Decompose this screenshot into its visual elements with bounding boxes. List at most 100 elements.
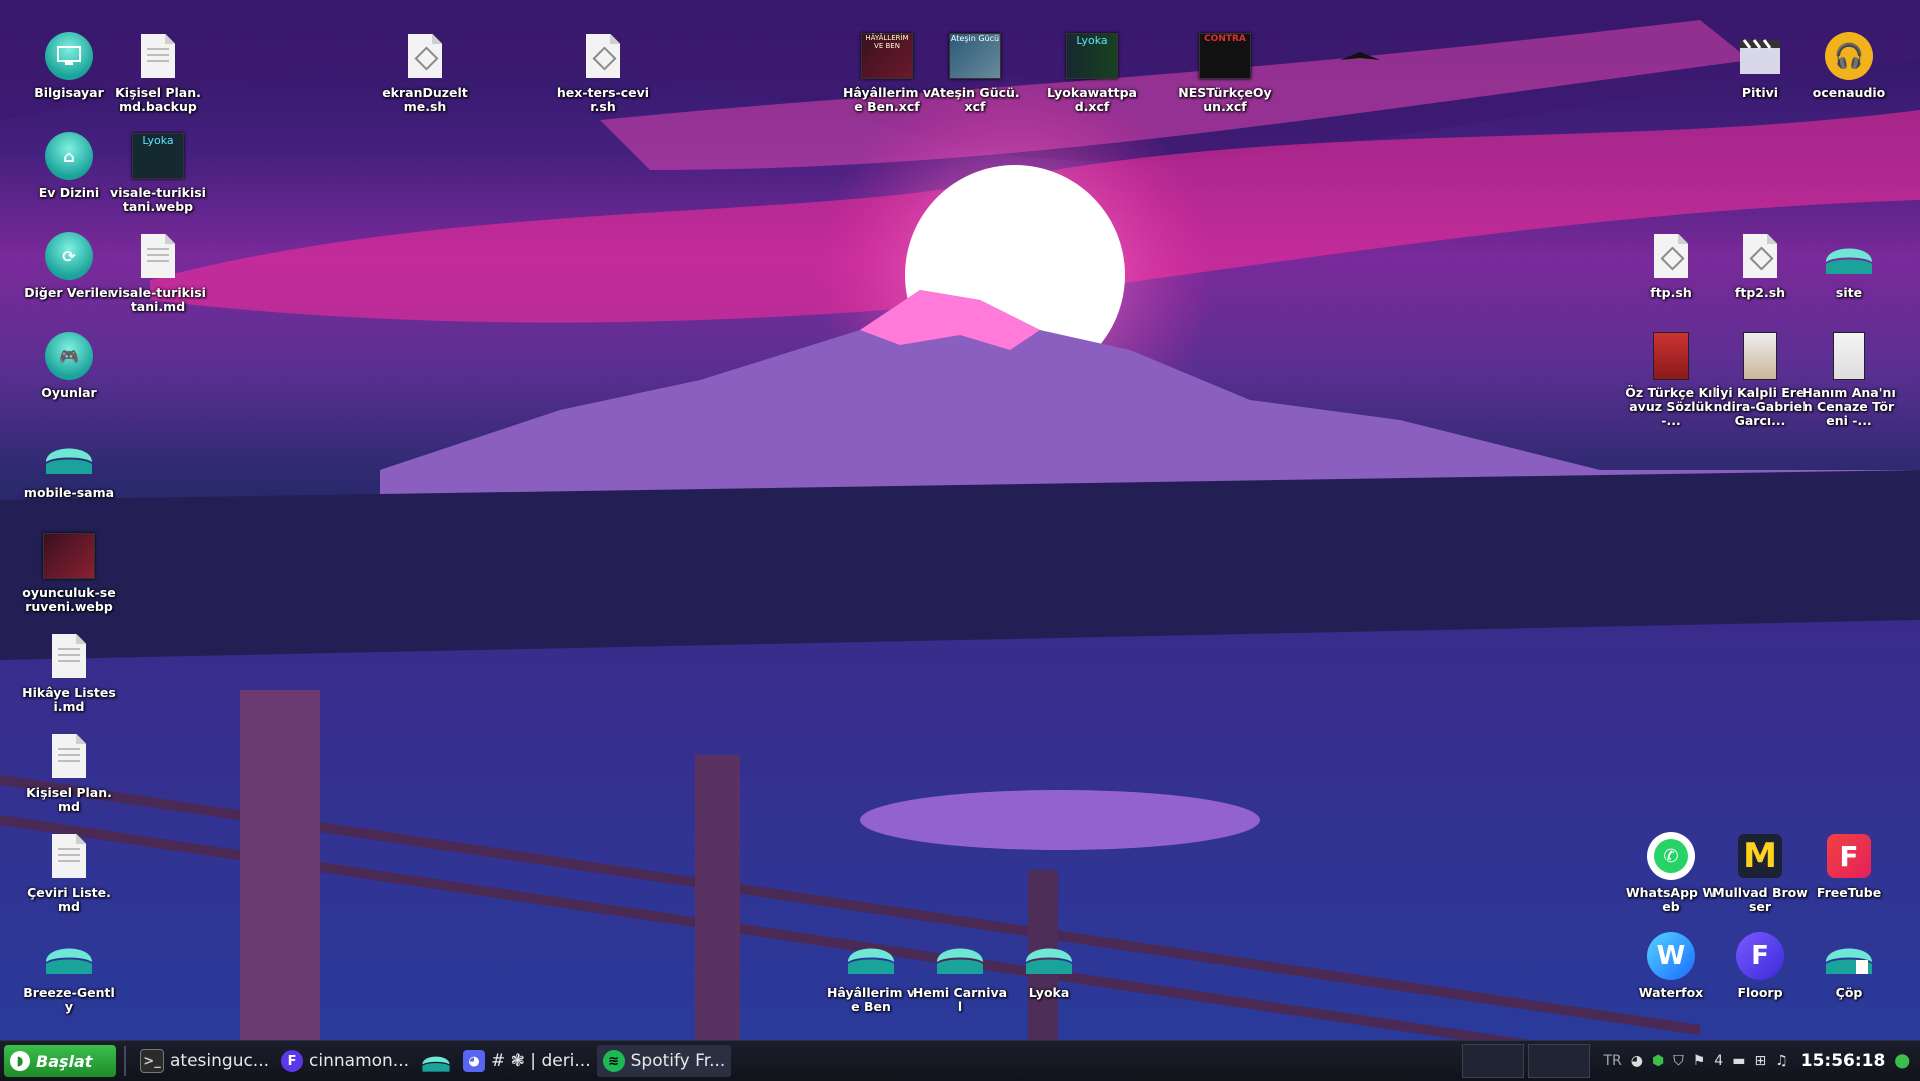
taskbar: ◗ Başlat >_ atesinguc... F cinnamon... ◕… xyxy=(0,1040,1920,1081)
document-icon xyxy=(52,634,86,678)
desktop-icon-floorp[interactable]: F Floorp xyxy=(1712,930,1808,1000)
update-icon[interactable]: ⬢ xyxy=(1652,1053,1664,1069)
icon-label: Ev Dizini xyxy=(39,186,99,200)
desktop-icon-oz-turkce[interactable]: Öz Türkçe Kılavuz Sözlük-... xyxy=(1623,330,1719,428)
desktop-icon-lyokawattpad[interactable]: Lyoka Lyokawattpad.xcf xyxy=(1044,30,1140,114)
book-thumbnail-icon xyxy=(1833,332,1865,380)
desktop-icon-lyoka[interactable]: Lyoka xyxy=(1001,930,1097,1000)
desktop-icon-hemi-carnival[interactable]: Hemi Carnival xyxy=(912,930,1008,1014)
freetube-icon: F xyxy=(1827,834,1871,878)
icon-label: ekranDuzeltme.sh xyxy=(377,86,473,114)
breeze-folder-icon xyxy=(44,434,94,478)
task-label: Spotify Fr... xyxy=(631,1051,726,1071)
network-icon[interactable]: ⊞ xyxy=(1754,1053,1766,1069)
show-desktop-icon[interactable]: ⬤ xyxy=(1894,1053,1910,1069)
taskbar-separator xyxy=(124,1046,126,1076)
icon-label: İyi Kalpli Erendira-Gabriel Garcı... xyxy=(1712,386,1808,428)
task-label: cinnamon... xyxy=(309,1051,409,1071)
document-icon xyxy=(52,834,86,878)
script-icon xyxy=(408,34,442,78)
notification-count: 4 xyxy=(1714,1053,1723,1069)
icon-label: visale-turikisitani.md xyxy=(110,286,206,314)
workspace-1[interactable] xyxy=(1462,1044,1524,1078)
script-icon xyxy=(1654,234,1688,278)
trash-icon xyxy=(1824,934,1874,978)
workspace-2[interactable] xyxy=(1528,1044,1590,1078)
desktop-icon-oyunculuk[interactable]: oyunculuk-seruveni.webp xyxy=(21,530,117,614)
desktop-icon-site[interactable]: site xyxy=(1801,230,1897,300)
display-icon[interactable]: ▬ xyxy=(1732,1053,1745,1069)
desktop-icon-hikaye[interactable]: Hikâye Listesi.md xyxy=(21,630,117,714)
desktop-icon-hayallerim-xcf[interactable]: HÂYÂLLERİM VE BEN Hâyâllerim ve Ben.xcf xyxy=(839,30,935,114)
desktop-icon-kisisel-backup[interactable]: Kişisel Plan.md.backup xyxy=(110,30,206,114)
image-thumbnail-icon: CONTRA xyxy=(1199,33,1251,79)
desktop-icon-atesin-gucu[interactable]: Ateşin Gücü Ateşin Gücü.xcf xyxy=(927,30,1023,114)
desktop-icon-hayallerim-folder[interactable]: Hâyâllerim ve Ben xyxy=(823,930,919,1014)
icon-label: Öz Türkçe Kılavuz Sözlük-... xyxy=(1623,386,1719,428)
task-folder[interactable] xyxy=(415,1045,457,1077)
icon-label: Lyoka xyxy=(1029,986,1070,1000)
icon-label: visale-turikisitani.webp xyxy=(110,186,206,214)
desktop-icon-whatsapp[interactable]: ✆ WhatsApp Web xyxy=(1623,830,1719,914)
task-label: # ❃ | deri... xyxy=(491,1051,591,1071)
system-tray: TR ◕ ⬢ ⛉ ⚑ 4 ▬ ⊞ ♫ 15:56:18 ⬤ xyxy=(1604,1051,1920,1071)
desktop-icon-computer[interactable]: Bilgisayar xyxy=(21,30,117,100)
desktop-icon-iyi-kalpli[interactable]: İyi Kalpli Erendira-Gabriel Garcı... xyxy=(1712,330,1808,428)
desktop-icon-mullvad[interactable]: M Mullvad Browser xyxy=(1712,830,1808,914)
desktop-icon-visale-md[interactable]: visale-turikisitani.md xyxy=(110,230,206,314)
home-folder-icon: ⌂ xyxy=(45,132,93,180)
desktop-icon-games[interactable]: 🎮 Oyunlar xyxy=(21,330,117,400)
desktop-icon-trash[interactable]: Çöp xyxy=(1801,930,1897,1000)
icon-label: Hâyâllerim ve Ben.xcf xyxy=(839,86,935,114)
icon-label: mobile-sama xyxy=(24,486,114,500)
icon-label: ftp.sh xyxy=(1650,286,1691,300)
discord-icon: ◕ xyxy=(463,1050,485,1072)
icon-label: Çeviri Liste.md xyxy=(21,886,117,914)
task-spotify[interactable]: ≋ Spotify Fr... xyxy=(597,1045,732,1077)
desktop-icon-other-data[interactable]: ⟳ Diğer Veriler xyxy=(21,230,117,300)
book-thumbnail-icon xyxy=(1743,332,1777,380)
music-icon[interactable]: ♫ xyxy=(1775,1053,1788,1069)
icon-label: Lyokawattpad.xcf xyxy=(1044,86,1140,114)
start-label: Başlat xyxy=(36,1052,92,1071)
shield-icon[interactable]: ⛉ xyxy=(1673,1053,1684,1069)
clock[interactable]: 15:56:18 xyxy=(1801,1051,1886,1071)
desktop-icon-visale-webp[interactable]: Lyoka visale-turikisitani.webp xyxy=(110,130,206,214)
icon-label: Diğer Veriler xyxy=(24,286,113,300)
breeze-folder-icon xyxy=(1824,234,1874,278)
desktop-icon-ftp2-sh[interactable]: ftp2.sh xyxy=(1712,230,1808,300)
icon-label: Hikâye Listesi.md xyxy=(21,686,117,714)
icon-label: Ateşin Gücü.xcf xyxy=(927,86,1023,114)
task-terminal[interactable]: >_ atesinguc... xyxy=(134,1045,275,1077)
desktop-icon-ocenaudio[interactable]: 🎧 ocenaudio xyxy=(1801,30,1897,100)
desktop-icon-freetube[interactable]: F FreeTube xyxy=(1801,830,1897,900)
desktop-icon-pitivi[interactable]: Pitivi xyxy=(1712,30,1808,100)
desktop-icon-mobile-sama[interactable]: mobile-sama xyxy=(21,430,117,500)
notifications-icon[interactable]: ⚑ xyxy=(1693,1053,1706,1069)
desktop-icon-ftp-sh[interactable]: ftp.sh xyxy=(1623,230,1719,300)
desktop-icon-hex-ters-cevir[interactable]: hex-ters-cevir.sh xyxy=(555,30,651,114)
icon-label: Pitivi xyxy=(1742,86,1778,100)
whatsapp-icon: ✆ xyxy=(1647,832,1695,880)
desktop-icon-breeze-gently[interactable]: Breeze-Gently xyxy=(21,930,117,1014)
desktop-icon-kisisel-plan[interactable]: Kişisel Plan.md xyxy=(21,730,117,814)
icon-label: Oyunlar xyxy=(41,386,96,400)
icon-label: ftp2.sh xyxy=(1735,286,1785,300)
desktop-icon-hanim-ana[interactable]: Hanım Ana'nın Cenaze Töreni -... xyxy=(1801,330,1897,428)
image-thumbnail-icon: Lyoka xyxy=(132,133,184,179)
desktop-icon-home[interactable]: ⌂ Ev Dizini xyxy=(21,130,117,200)
discord-tray-icon[interactable]: ◕ xyxy=(1631,1053,1643,1069)
icon-label: Kişisel Plan.md xyxy=(21,786,117,814)
desktop-icon-nesturkce[interactable]: CONTRA NESTürkçeOyun.xcf xyxy=(1177,30,1273,114)
task-discord[interactable]: ◕ # ❃ | deri... xyxy=(457,1045,597,1077)
data-folder-icon: ⟳ xyxy=(45,232,93,280)
script-icon xyxy=(586,34,620,78)
desktop-icon-ceviri[interactable]: Çeviri Liste.md xyxy=(21,830,117,914)
keyboard-layout[interactable]: TR xyxy=(1604,1053,1622,1069)
task-floorp[interactable]: F cinnamon... xyxy=(275,1045,415,1077)
headphones-icon: 🎧 xyxy=(1825,32,1873,80)
desktop-icon-ekranduzeltme[interactable]: ekranDuzeltme.sh xyxy=(377,30,473,114)
start-menu-button[interactable]: ◗ Başlat xyxy=(4,1045,116,1077)
breeze-folder-icon xyxy=(1024,934,1074,978)
desktop-icon-waterfox[interactable]: W Waterfox xyxy=(1623,930,1719,1000)
